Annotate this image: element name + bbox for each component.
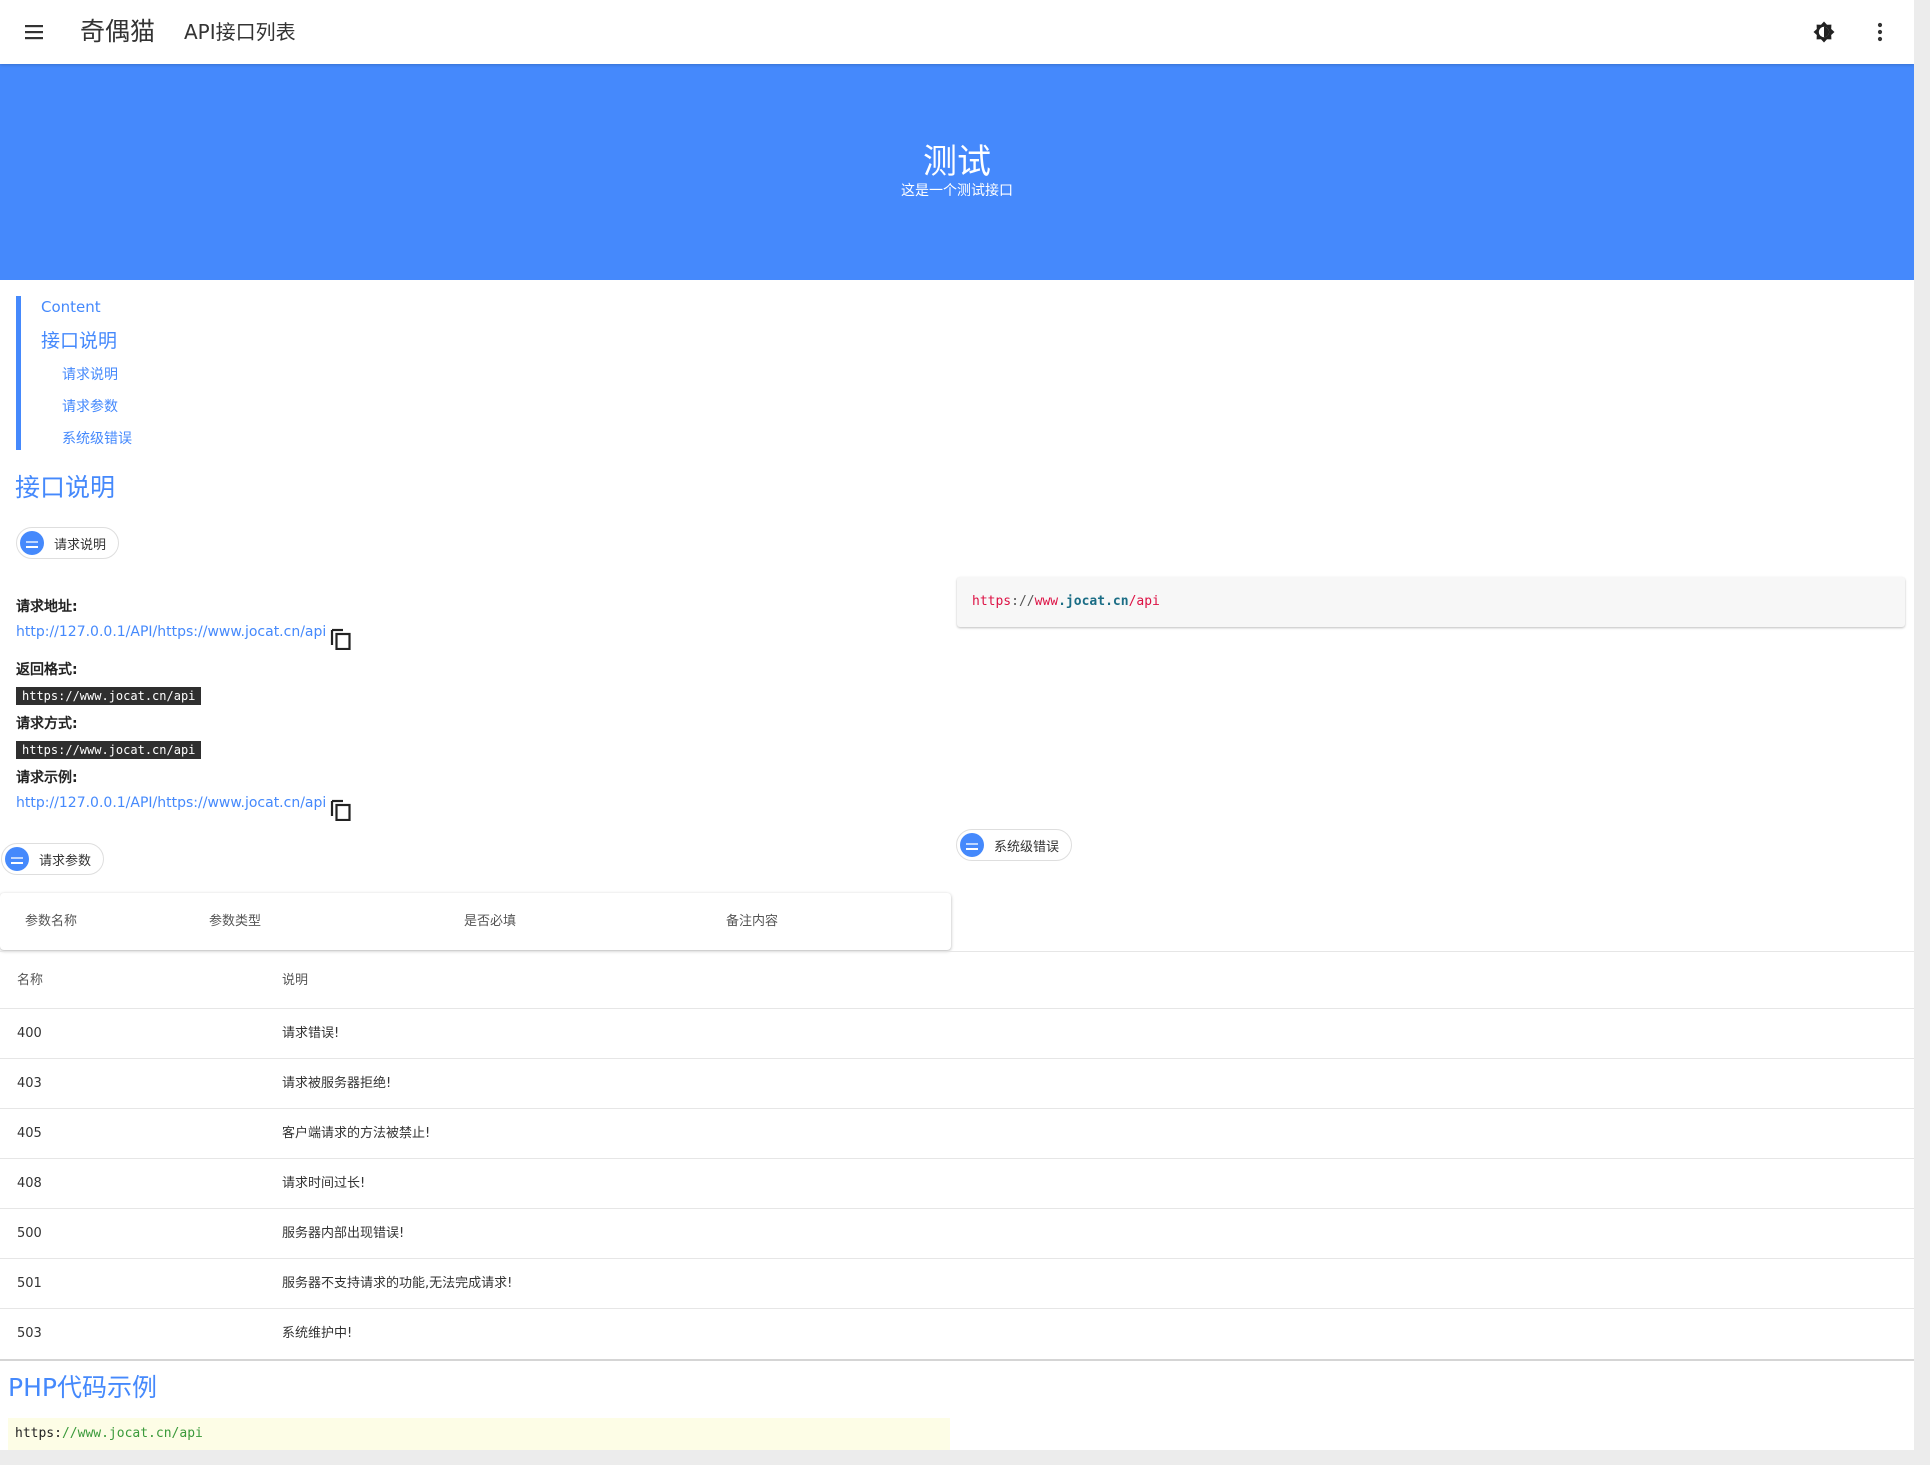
error-desc: 客户端请求的方法被禁止! [282,1126,431,1141]
chip-request-desc[interactable]: 请求说明 [16,527,120,559]
table-row: 403 请求被服务器拒绝! [0,1059,1914,1109]
toc-content-link[interactable]: Content [41,296,101,318]
table-row: 503 系统维护中! [0,1309,1914,1359]
app-bar: 奇偶猫 API接口列表 [0,0,1914,64]
hero-description: 这是一个测试接口 [901,183,1013,199]
error-code: 501 [17,1276,42,1291]
brightness-icon [1813,21,1835,43]
error-code: 400 [17,1026,42,1041]
code-path: /api [1128,594,1160,609]
error-desc: 请求错误! [282,1026,340,1041]
copy-icon [330,799,351,821]
copy-example-button[interactable] [330,797,352,821]
table-header-row: 名称 说明 [0,952,1914,1009]
chip-label: 请求说明 [54,537,107,553]
app-brand[interactable]: 奇偶猫 [80,14,155,50]
error-code: 403 [17,1076,42,1091]
toc-item-system-errors[interactable]: 系统级错误 [62,429,132,449]
table-row: 400 请求错误! [0,1009,1914,1059]
copy-address-button[interactable] [330,626,352,650]
error-desc: 请求时间过长! [282,1176,366,1191]
chip-request-params[interactable]: 请求参数 [1,843,105,875]
error-desc: 请求被服务器拒绝! [282,1076,392,1091]
response-code-block: https://www.jocat.cn/api [957,577,1905,627]
notes-icon [20,531,44,555]
theme-toggle-button[interactable] [1806,14,1842,50]
return-format-value: https://www.jocat.cn/api [16,687,202,705]
error-code: 503 [17,1326,42,1341]
errors-header-desc: 说明 [282,973,309,988]
code-protocol: https [972,594,1012,609]
params-header-name: 参数名称 [25,914,78,929]
table-row: 501 服务器不支持请求的功能,无法完成请求! [0,1259,1914,1309]
section-title-php-example: PHP代码示例 [8,1373,157,1402]
params-table: 参数名称 参数类型 是否必填 备注内容 [0,893,951,950]
error-desc: 服务器不支持请求的功能,无法完成请求! [282,1276,513,1291]
toc-item-api-desc[interactable]: 接口说明 [41,329,117,353]
errors-header-name: 名称 [17,973,44,988]
params-header-notes: 备注内容 [726,914,779,929]
table-row: 408 请求时间过长! [0,1159,1914,1209]
section-title-api-desc: 接口说明 [15,473,116,502]
php-code-prefix: https: [15,1426,62,1441]
php-code-block: https://www.jocat.cn/api [8,1418,950,1450]
request-method-label: 请求方式: [16,716,78,732]
notes-icon [960,833,984,857]
more-options-button[interactable] [1862,14,1898,50]
more-vert-icon [1877,22,1883,42]
code-host: .jocat.cn [1058,594,1129,609]
request-address-link[interactable]: http://127.0.0.1/API/https://www.jocat.c… [16,624,326,640]
error-code: 408 [17,1176,42,1191]
error-desc: 服务器内部出现错误! [282,1226,405,1241]
params-header-type: 参数类型 [209,914,262,929]
code-www: www [1034,594,1059,609]
table-row: 405 客户端请求的方法被禁止! [0,1109,1914,1159]
hero-banner: 测试 这是一个测试接口 [0,64,1914,280]
copy-icon [330,628,351,650]
menu-icon [25,25,43,40]
table-row: 500 服务器内部出现错误! [0,1209,1914,1259]
errors-table: 名称 说明 400 请求错误! 403 请求被服务器拒绝! 405 客户端请求的… [0,951,1914,1359]
table-divider [0,1359,1914,1361]
page: 奇偶猫 API接口列表 测试 这是一个测试接口 Content 接口说明 请求说… [0,0,1914,1450]
notes-icon [5,847,29,871]
table-of-contents: Content 接口说明 请求说明 请求参数 系统级错误 [16,296,321,450]
code-separator: :// [1011,594,1035,609]
params-header-required: 是否必填 [464,914,517,929]
request-address-label: 请求地址: [16,599,78,615]
request-method-value: https://www.jocat.cn/api [16,741,202,759]
menu-button[interactable] [16,14,52,50]
return-format-label: 返回格式: [16,662,78,678]
error-code: 405 [17,1126,42,1141]
toc-item-request-params[interactable]: 请求参数 [62,397,118,417]
chip-label: 系统级错误 [994,839,1060,855]
error-code: 500 [17,1226,42,1241]
error-desc: 系统维护中! [282,1326,353,1341]
toc-item-request-desc[interactable]: 请求说明 [62,365,118,385]
chip-system-errors[interactable]: 系统级错误 [956,829,1073,861]
app-subtitle[interactable]: API接口列表 [184,14,296,50]
request-example-label: 请求示例: [16,770,78,786]
chip-label: 请求参数 [39,853,92,869]
request-example-link[interactable]: http://127.0.0.1/API/https://www.jocat.c… [16,795,326,811]
php-code-rest: //www.jocat.cn/api [61,1426,203,1441]
hero-title: 测试 [923,142,991,182]
